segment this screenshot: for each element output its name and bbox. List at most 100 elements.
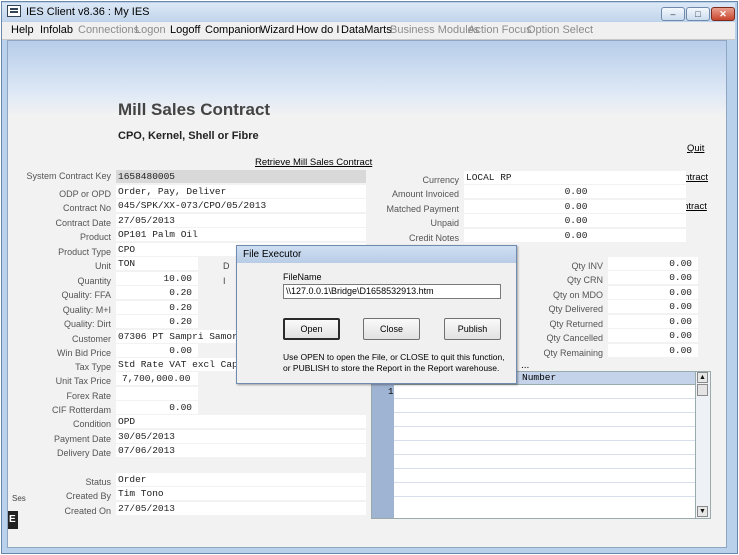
dialog-title: File Executor bbox=[243, 249, 302, 260]
menu-help[interactable]: Help bbox=[11, 24, 34, 36]
payment-date-field[interactable]: 30/05/2013 bbox=[116, 430, 366, 443]
grid-row-line bbox=[394, 454, 697, 455]
label-created-on: Created On bbox=[64, 506, 111, 516]
qty-crn-field[interactable]: 0.00 bbox=[608, 271, 698, 284]
maximize-button[interactable]: □ bbox=[686, 7, 710, 21]
minimize-button[interactable]: – bbox=[661, 7, 685, 21]
menu-logon[interactable]: Logon bbox=[135, 24, 166, 36]
condition-field[interactable]: OPD bbox=[116, 415, 366, 428]
amount-invoiced-field[interactable]: 0.00 bbox=[464, 185, 686, 198]
session-short: E bbox=[9, 514, 16, 525]
label-unpaid: Unpaid bbox=[430, 218, 459, 228]
window-title: IES Client v8.36 : My IES bbox=[26, 6, 150, 18]
label-win-bid-price: Win Bid Price bbox=[56, 348, 111, 358]
scroll-up-icon[interactable]: ▲ bbox=[697, 372, 708, 383]
grid-column-number[interactable]: Number bbox=[522, 372, 556, 383]
quality-mi-field[interactable]: 0.20 bbox=[116, 301, 198, 314]
menu-how-do-i[interactable]: How do I bbox=[296, 24, 339, 36]
menu-infolab[interactable]: Infolab bbox=[40, 24, 73, 36]
qty-on-mdo-field[interactable]: 0.00 bbox=[608, 286, 698, 299]
contract-date-field[interactable]: 27/05/2013 bbox=[116, 214, 366, 227]
qty-cancelled-field[interactable]: 0.00 bbox=[608, 329, 698, 342]
session-label: Ses bbox=[12, 494, 26, 503]
matched-payment-field[interactable]: 0.00 bbox=[464, 200, 686, 213]
scroll-thumb[interactable] bbox=[697, 384, 708, 396]
filename-label: FileName bbox=[283, 272, 322, 282]
menu-wizard[interactable]: Wizard bbox=[260, 24, 294, 36]
label-unit-tax-price: Unit Tax Price bbox=[55, 376, 111, 386]
data-grid[interactable]: Number 1 ▲ ▼ bbox=[371, 371, 711, 519]
product-field[interactable]: OP101 Palm Oil bbox=[116, 228, 366, 241]
menu-business-modules[interactable]: Business Modules bbox=[390, 24, 479, 36]
close-window-button[interactable]: ✕ bbox=[711, 7, 735, 21]
open-button[interactable]: Open bbox=[283, 318, 340, 340]
unit-tax-price-field[interactable]: 7,700,000.00 bbox=[116, 372, 198, 385]
label-delivery-date: Delivery Date bbox=[56, 448, 111, 458]
grid-more-indicator: ... bbox=[521, 360, 530, 371]
label-currency: Currency bbox=[422, 175, 459, 185]
delivery-date-field[interactable]: 07/06/2013 bbox=[116, 444, 366, 457]
credit-notes-field[interactable]: 0.00 bbox=[464, 229, 686, 242]
label-condition: Condition bbox=[72, 419, 111, 429]
contract-no-field[interactable]: 045/SPK/XX-073/CPO/05/2013 bbox=[116, 199, 366, 212]
grid-row-number: 1 bbox=[388, 387, 394, 397]
created-by-field[interactable]: Tim Tono bbox=[116, 487, 366, 500]
grid-row-line bbox=[394, 468, 697, 469]
unpaid-field[interactable]: 0.00 bbox=[464, 214, 686, 227]
menu-datamarts[interactable]: DataMarts bbox=[341, 24, 392, 36]
label-customer: Customer bbox=[71, 334, 111, 344]
label-status: Status bbox=[85, 477, 111, 487]
label-credit-notes: Credit Notes bbox=[408, 233, 459, 243]
grid-vertical-scrollbar[interactable]: ▲ ▼ bbox=[695, 372, 710, 518]
label-payment-date: Payment Date bbox=[53, 434, 111, 444]
page-subtitle: CPO, Kernel, Shell or Fibre bbox=[118, 130, 259, 142]
grid-row-line bbox=[394, 440, 697, 441]
label-odp: ODP or OPD bbox=[59, 189, 111, 199]
status-field[interactable]: Order bbox=[116, 473, 366, 486]
label-cif-rotterdam: CIF Rotterdam bbox=[51, 405, 111, 415]
grid-row-line bbox=[394, 412, 697, 413]
grid-row-line bbox=[394, 398, 697, 399]
label-forex-rate: Forex Rate bbox=[66, 391, 111, 401]
page-title: Mill Sales Contract bbox=[118, 100, 271, 119]
app-icon bbox=[7, 5, 21, 17]
qty-remaining-field[interactable]: 0.00 bbox=[608, 344, 698, 357]
menu-logoff[interactable]: Logoff bbox=[170, 24, 200, 36]
menu-companion[interactable]: Companion bbox=[205, 24, 261, 36]
odp-field[interactable]: Order, Pay, Deliver bbox=[116, 185, 366, 198]
session-indicator: E bbox=[8, 511, 18, 529]
win-bid-price-field[interactable]: 0.00 bbox=[116, 344, 198, 357]
label-contract-date: Contract Date bbox=[55, 218, 111, 228]
unit-field[interactable]: TON bbox=[116, 257, 198, 270]
quit-link[interactable]: Quit bbox=[687, 143, 704, 154]
publish-button[interactable]: Publish bbox=[444, 318, 501, 340]
label-tax-type: Tax Type bbox=[75, 362, 111, 372]
label-quality-dirt: Quality: Dirt bbox=[63, 319, 111, 329]
menu-option-select[interactable]: Option Select bbox=[527, 24, 593, 36]
forex-rate-field[interactable] bbox=[116, 387, 198, 400]
created-on-field[interactable]: 27/05/2013 bbox=[116, 502, 366, 515]
grid-row-line bbox=[394, 426, 697, 427]
retrieve-contract-link[interactable]: Retrieve Mill Sales Contract bbox=[255, 157, 372, 168]
title-bar: IES Client v8.36 : My IES – □ ✕ bbox=[2, 3, 735, 21]
menu-bar: Help Infolab Connections Logon Logoff Co… bbox=[2, 22, 735, 40]
label-product-type: Product Type bbox=[58, 247, 111, 257]
quality-ffa-field[interactable]: 0.20 bbox=[116, 286, 198, 299]
filename-input[interactable]: \\127.0.0.1\Bridge\D1658532913.htm bbox=[283, 284, 501, 299]
quality-dirt-field[interactable]: 0.20 bbox=[116, 315, 198, 328]
menu-connections[interactable]: Connections bbox=[78, 24, 139, 36]
dialog-hint: Use OPEN to open the File, or CLOSE to q… bbox=[283, 352, 505, 373]
qty-inv-field[interactable]: 0.00 bbox=[608, 257, 698, 270]
qty-returned-field[interactable]: 0.00 bbox=[608, 315, 698, 328]
label-quality-ffa: Quality: FFA bbox=[61, 290, 111, 300]
qty-delivered-field[interactable]: 0.00 bbox=[608, 300, 698, 313]
menu-action-focus[interactable]: Action Focus bbox=[468, 24, 532, 36]
scroll-down-icon[interactable]: ▼ bbox=[697, 506, 708, 517]
quantity-field[interactable]: 10.00 bbox=[116, 272, 198, 285]
currency-field[interactable]: LOCAL RP bbox=[464, 171, 686, 184]
dialog-title-bar: File Executor bbox=[237, 246, 516, 263]
close-button[interactable]: Close bbox=[363, 318, 420, 340]
system-contract-key-field[interactable]: 1658480005 bbox=[116, 170, 366, 183]
cif-rotterdam-field[interactable]: 0.00 bbox=[116, 401, 198, 414]
label-quantity: Quantity bbox=[77, 276, 111, 286]
